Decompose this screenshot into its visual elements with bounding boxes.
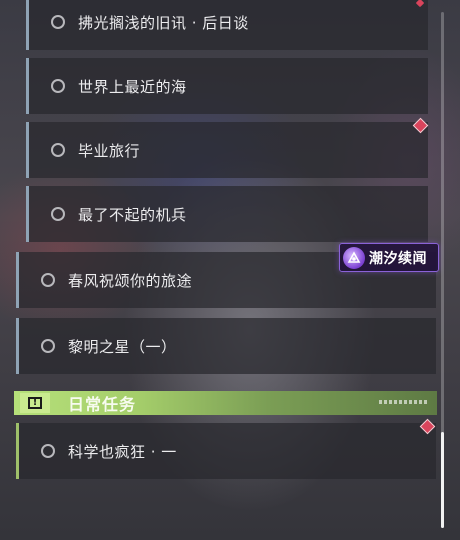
quest-label: 科学也疯狂 · 一 — [68, 442, 177, 461]
event-badge-label: 潮汐续闻 — [369, 250, 427, 267]
event-emblem-icon — [343, 246, 365, 269]
quest-status-circle-icon — [51, 143, 65, 157]
quest-label: 拂光搁浅的旧讯 · 后日谈 — [78, 13, 249, 32]
quest-item[interactable]: 黎明之星（一） — [16, 318, 436, 374]
section-decoration — [379, 400, 429, 404]
quest-status-circle-icon — [41, 444, 55, 458]
quest-item[interactable]: 毕业旅行 — [26, 122, 428, 178]
quest-status-circle-icon — [51, 79, 65, 93]
quest-status-circle-icon — [41, 339, 55, 353]
quest-item[interactable]: 拂光搁浅的旧讯 · 后日谈 — [26, 0, 428, 50]
event-badge[interactable]: 潮汐续闻 — [339, 243, 439, 272]
daily-quests-header: ! 日常任务 — [14, 391, 437, 415]
quest-status-circle-icon — [51, 15, 65, 29]
quest-label: 世界上最近的海 — [78, 77, 187, 96]
exclamation-glyph: ! — [28, 397, 42, 409]
scrollbar-thumb[interactable] — [441, 432, 444, 528]
quest-status-circle-icon — [41, 273, 55, 287]
quest-item[interactable]: 最了不起的机兵 — [26, 186, 428, 242]
quest-label: 黎明之星（一） — [68, 337, 177, 356]
quest-item[interactable]: 世界上最近的海 — [26, 58, 428, 114]
quest-status-circle-icon — [51, 207, 65, 221]
quest-label: 最了不起的机兵 — [78, 205, 187, 224]
quest-label: 毕业旅行 — [78, 141, 141, 160]
scrollbar-track[interactable] — [441, 12, 444, 528]
daily-quest-item[interactable]: 科学也疯狂 · 一 — [16, 423, 436, 479]
section-title: 日常任务 — [68, 395, 137, 414]
exclamation-icon: ! — [20, 393, 50, 413]
quest-label: 春风祝颂你的旅途 — [68, 271, 193, 290]
